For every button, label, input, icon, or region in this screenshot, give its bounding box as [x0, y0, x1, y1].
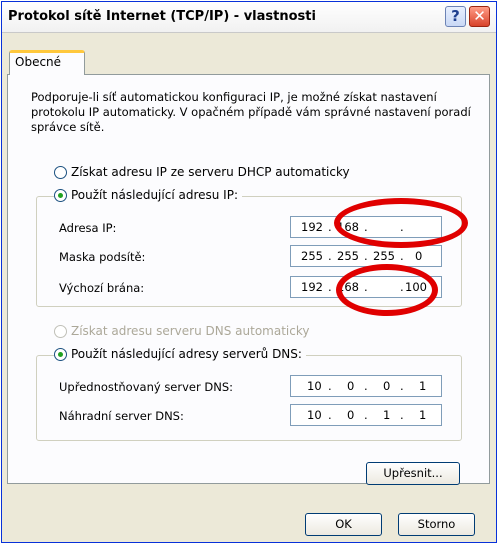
static-ip-radio-label: Použít následující adresu IP: — [71, 188, 238, 202]
intro-text: Podporuje-li síť automatickou konfigurac… — [31, 90, 471, 134]
static-dns-radio-label: Použít následující adresy serverů DNS: — [71, 347, 302, 361]
alternate-dns-input[interactable]: 10. 0. 1. 1 — [290, 404, 442, 426]
dhcp-radio-label: Získat adresu IP ze serveru DHCP automat… — [71, 165, 350, 179]
highlight-oval — [336, 264, 438, 316]
close-button[interactable]: ✕ — [469, 6, 490, 27]
subnet-mask-input[interactable]: 255. 255. 255. 0 — [290, 245, 442, 267]
help-button[interactable]: ? — [445, 6, 466, 27]
static-ip-radio-button[interactable] — [54, 188, 67, 202]
highlight-oval — [334, 198, 468, 248]
tab-general-label: Obecné — [15, 55, 62, 69]
dhcp-radio[interactable]: Získat adresu IP ze serveru DHCP automat… — [54, 165, 350, 179]
static-dns-radio[interactable]: Použít následující adresy serverů DNS: — [54, 347, 306, 361]
dns-group — [36, 355, 462, 441]
static-dns-radio-button[interactable] — [54, 347, 67, 361]
title-bar[interactable]: Protokol sítě Internet (TCP/IP) - vlastn… — [2, 2, 496, 33]
default-gateway-label: Výchozí brána: — [59, 281, 145, 295]
ok-button[interactable]: OK — [305, 513, 382, 536]
dns-auto-radio: Získat adresu serveru DNS automaticky — [54, 324, 309, 338]
dns-auto-radio-button — [54, 324, 67, 338]
tab-general[interactable]: Obecné — [9, 50, 85, 75]
preferred-dns-label: Upřednostňovaný server DNS: — [59, 380, 234, 394]
alternate-dns-label: Náhradní server DNS: — [59, 409, 184, 423]
cancel-button[interactable]: Storno — [398, 513, 475, 536]
dhcp-radio-button[interactable] — [54, 165, 67, 179]
ip-address-label: Adresa IP: — [59, 221, 117, 235]
window-title: Protokol sítě Internet (TCP/IP) - vlastn… — [8, 9, 316, 24]
subnet-mask-label: Maska podsítě: — [59, 250, 146, 264]
advanced-button[interactable]: Upřesnit... — [366, 462, 460, 485]
properties-dialog: Protokol sítě Internet (TCP/IP) - vlastn… — [1, 1, 497, 543]
dns-auto-radio-label: Získat adresu serveru DNS automaticky — [71, 324, 310, 338]
preferred-dns-input[interactable]: 10. 0. 0. 1 — [290, 375, 442, 397]
static-ip-radio[interactable]: Použít následující adresu IP: — [54, 188, 242, 202]
